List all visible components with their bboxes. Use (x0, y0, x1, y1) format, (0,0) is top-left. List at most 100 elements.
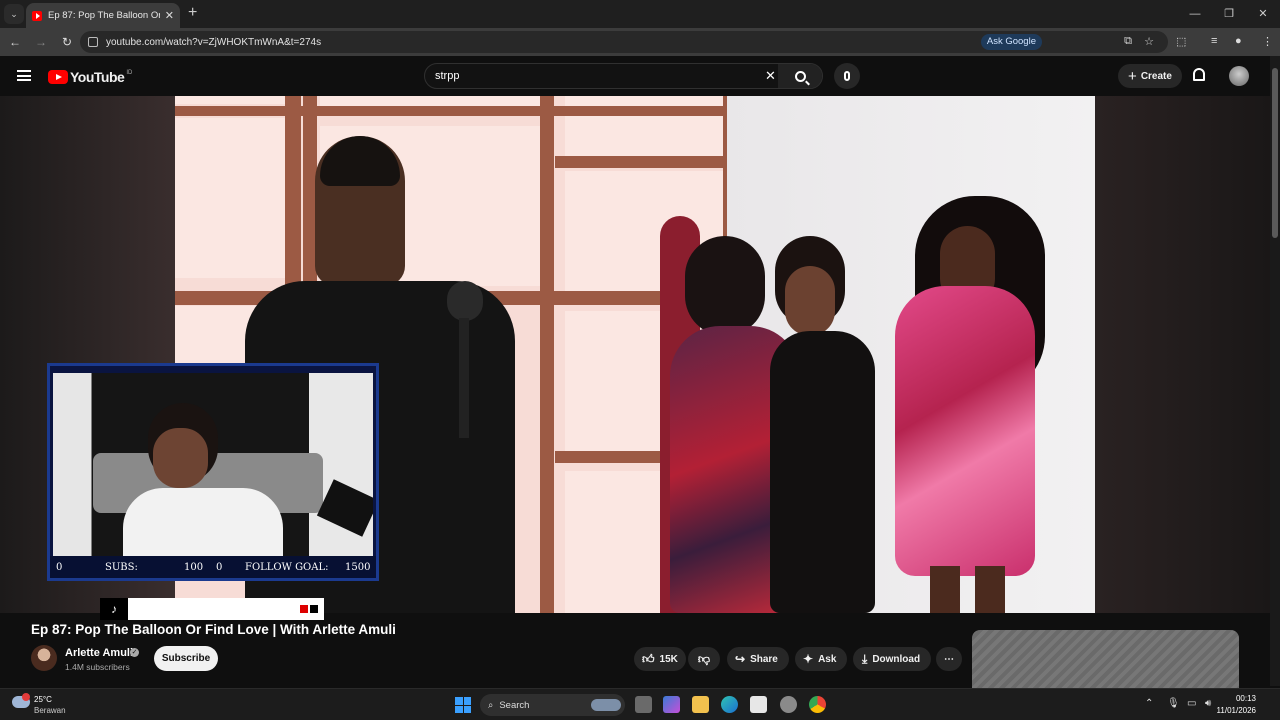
start-button-icon[interactable] (455, 697, 471, 713)
youtube-wordmark: YouTube (70, 69, 125, 85)
tiktok-banner: ♪ (100, 598, 324, 620)
site-info-icon[interactable] (88, 37, 98, 47)
microphone-tray-icon[interactable]: 🎙︎ (1167, 698, 1180, 709)
download-label: Download (872, 653, 921, 665)
like-button[interactable]: 👍︎ 15K (634, 647, 686, 671)
tab-title: Ep 87: Pop The Balloon Or Find (48, 10, 160, 21)
settings-icon[interactable] (780, 696, 797, 713)
taskbar-search-label: Search (499, 699, 530, 711)
video-title: Ep 87: Pop The Balloon Or Find Love | Wi… (31, 622, 396, 637)
taskbar-search[interactable]: ⌕ Search (480, 694, 625, 716)
taskbar-search-icon: ⌕ (488, 699, 494, 711)
like-count: 15K (659, 653, 678, 665)
volume-icon[interactable]: 🔊︎ (1205, 698, 1211, 709)
scrollbar-thumb[interactable] (1272, 68, 1278, 238)
subs-start: 0 (56, 561, 63, 573)
browser-toolbar: ← → ↻ youtube.com/watch?v=ZjWHOKTmWnA&t=… (0, 28, 1280, 56)
forward-icon[interactable]: → (30, 35, 52, 49)
ask-google-button[interactable]: Ask Google (980, 34, 1042, 50)
share-button[interactable]: ↪ Share (727, 647, 789, 671)
m365-icon[interactable] (663, 696, 680, 713)
tab-close-icon[interactable]: ✕ (165, 9, 174, 22)
create-label: Create (1140, 70, 1172, 82)
clear-search-icon[interactable]: ✕ (765, 68, 776, 84)
tray-overflow-icon[interactable]: ⌃ (1145, 698, 1153, 709)
subscriber-count: 1.4M subscribers (65, 662, 130, 672)
close-window-icon[interactable]: ✕ (1246, 0, 1280, 28)
new-tab-button[interactable]: + (188, 4, 197, 22)
subs-label: SUBS: (105, 561, 138, 573)
subs-value: 100 (184, 561, 204, 573)
streamer-facecam-overlay: 0 SUBS: 100 0 FOLLOW GOAL: 1500 (47, 363, 379, 581)
browser-tab-bar: ⌄ Ep 87: Pop The Balloon Or Find ✕ + — ❐… (0, 0, 1280, 28)
clock[interactable]: 00:13 11/01/2026 (1217, 693, 1256, 717)
browser-menu-icon[interactable]: ⋮ (1262, 35, 1273, 48)
tab-search-dropdown[interactable]: ⌄ (4, 4, 24, 24)
more-icon: ⋯ (944, 653, 954, 665)
notifications-icon[interactable] (1193, 68, 1205, 81)
country-code: ID (126, 70, 133, 76)
ask-label: Ask (818, 653, 837, 665)
channel-avatar[interactable] (31, 645, 57, 671)
share-label: Share (750, 653, 778, 665)
reload-icon[interactable]: ↻ (56, 35, 78, 49)
youtube-header: YouTube ID strpp ✕ + Create (0, 56, 1280, 96)
address-bar[interactable]: youtube.com/watch?v=ZjWHOKTmWnA&t=274s A… (80, 31, 1168, 53)
url-text: youtube.com/watch?v=ZjWHOKTmWnA&t=274s (106, 36, 322, 48)
thumbs-up-icon: 👍︎ (642, 651, 655, 666)
sub-goal-bar: 0 SUBS: 100 0 FOLLOW GOAL: 1500 (50, 556, 376, 578)
restore-icon[interactable]: ❐ (1212, 0, 1246, 28)
window-controls: — ❐ ✕ (1178, 0, 1280, 28)
facecam-feed (53, 373, 373, 556)
search-icon (794, 70, 806, 82)
channel-name[interactable]: Arlette Amuli (65, 647, 133, 659)
reading-list-icon[interactable]: ≡ (1211, 35, 1217, 47)
share-icon: ↪ (735, 652, 746, 666)
search-input[interactable]: strpp ✕ (424, 63, 823, 89)
goal-label: FOLLOW GOAL: (245, 561, 329, 573)
youtube-play-icon (48, 70, 68, 84)
more-actions-button[interactable]: ⋯ (936, 647, 962, 671)
plus-icon: + (1128, 67, 1137, 85)
task-view-icon[interactable] (635, 696, 652, 713)
menu-icon[interactable] (17, 70, 31, 81)
dislike-button[interactable]: 👎︎ (688, 647, 720, 671)
goal-start: 0 (216, 561, 223, 573)
time: 00:13 (1235, 694, 1256, 703)
sparkle-icon: ✦ (803, 652, 814, 666)
bookmark-star-icon[interactable]: ☆ (1144, 35, 1154, 48)
subscribe-button[interactable]: Subscribe (154, 646, 218, 671)
microphone (447, 281, 483, 321)
microphone-icon (844, 71, 850, 81)
temperature: 25°C (34, 695, 52, 704)
back-icon[interactable]: ← (4, 35, 26, 49)
profile-icon[interactable]: ● (1235, 35, 1242, 47)
search-query: strpp (435, 70, 460, 82)
black-square-icon (310, 605, 318, 613)
voice-search-button[interactable] (834, 63, 860, 89)
account-avatar[interactable] (1229, 66, 1249, 86)
page-scrollbar[interactable] (1270, 56, 1280, 686)
ask-button[interactable]: ✦ Ask (795, 647, 847, 671)
youtube-logo[interactable]: YouTube ID (48, 69, 132, 85)
goal-value: 1500 (345, 561, 371, 573)
edge-icon[interactable] (721, 696, 738, 713)
install-app-icon[interactable]: ⧉ (1124, 35, 1132, 48)
search-button[interactable] (778, 64, 822, 88)
sponsored-card[interactable] (972, 630, 1239, 690)
chrome-icon[interactable] (809, 696, 826, 713)
download-button[interactable]: ⤓ Download (853, 647, 931, 671)
download-icon: ⤓ (862, 651, 868, 666)
extensions-icon[interactable]: ⬚ (1176, 35, 1186, 48)
minimize-icon[interactable]: — (1178, 0, 1212, 28)
file-explorer-icon[interactable] (692, 696, 709, 713)
network-icon[interactable]: ▭ (1187, 698, 1196, 709)
windows-taskbar: 25°C Berawan ⌕ Search ⌃ 🎙︎ ▭ 🔊︎ 00:13 11… (0, 688, 1280, 720)
tiktok-icon: ♪ (100, 598, 128, 620)
weather-condition: Berawan (34, 706, 66, 715)
active-tab[interactable]: Ep 87: Pop The Balloon Or Find ✕ (26, 3, 180, 28)
store-icon[interactable] (750, 696, 767, 713)
notification-badge (22, 693, 30, 701)
create-button[interactable]: + Create (1118, 64, 1182, 88)
red-square-icon (300, 605, 308, 613)
